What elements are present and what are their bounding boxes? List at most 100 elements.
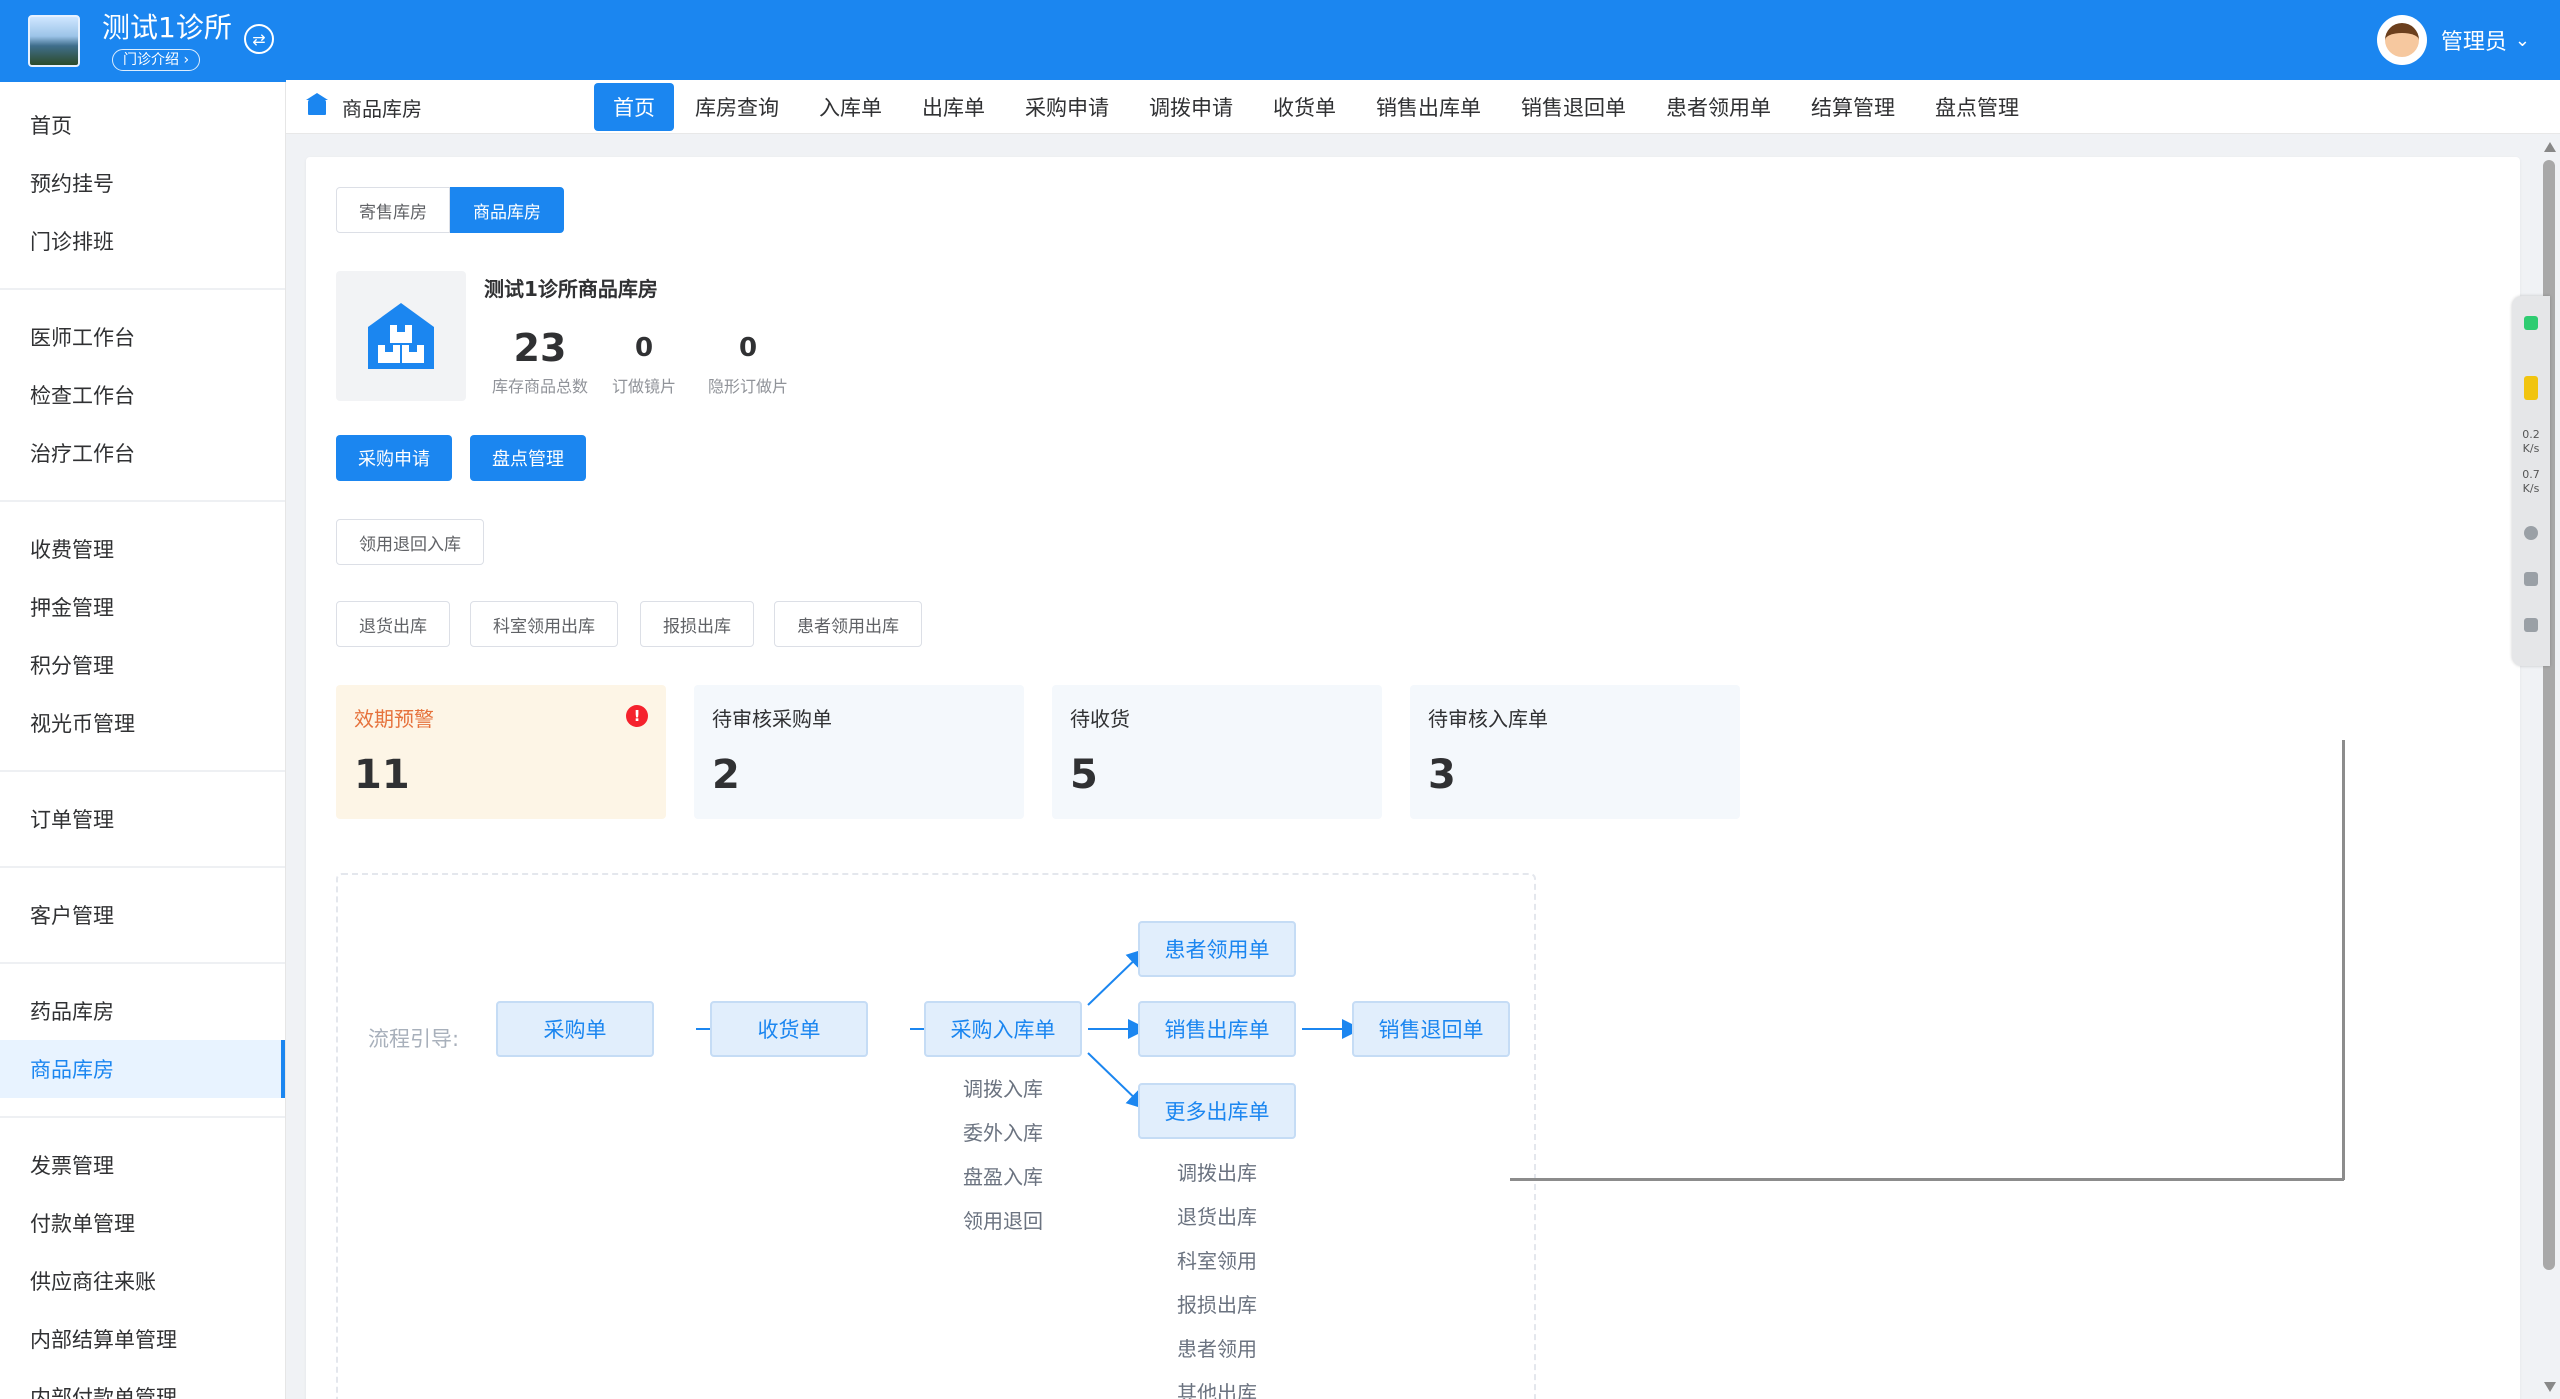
- user-menu[interactable]: 管理员 ⌄: [2376, 14, 2530, 66]
- flow-sub-surplus-in[interactable]: 盘盈入库: [923, 1161, 1083, 1190]
- tab-item[interactable]: 库房查询: [676, 83, 798, 131]
- patient-use-out-button[interactable]: 患者领用出库: [774, 601, 922, 647]
- sidebar-item[interactable]: 押金管理: [0, 578, 285, 636]
- flow-node-receive[interactable]: 收货单: [710, 1001, 868, 1057]
- kpi-pending-stock-in[interactable]: 待审核入库单 3: [1410, 685, 1740, 819]
- menu-divider: [0, 770, 285, 772]
- sidebar-item[interactable]: 客户管理: [0, 886, 285, 944]
- stat-total-goods: 23 库存商品总数: [484, 325, 596, 397]
- flow-sub-patient-use[interactable]: 患者领用: [1137, 1333, 1297, 1362]
- clinic-intro-link[interactable]: 门诊介绍 ›: [112, 49, 201, 71]
- battery-icon: [2524, 376, 2538, 400]
- menu-divider: [0, 1116, 285, 1118]
- tab-consignment-warehouse[interactable]: 寄售库房: [336, 187, 450, 233]
- net-rate-1: 0.2: [2522, 428, 2540, 441]
- kpi-pending-purchase[interactable]: 待审核采购单 2: [694, 685, 1024, 819]
- return-out-button[interactable]: 退货出库: [336, 601, 450, 647]
- refresh-icon[interactable]: [2524, 526, 2538, 540]
- kpi-value: 3: [1428, 752, 1456, 798]
- inventory-check-button[interactable]: 盘点管理: [470, 435, 586, 481]
- sidebar-item[interactable]: 收费管理: [0, 520, 285, 578]
- flow-node-more-out[interactable]: 更多出库单: [1138, 1083, 1296, 1139]
- sidebar-item[interactable]: 药品库房: [0, 982, 285, 1040]
- net-unit-2: K/s: [2522, 482, 2540, 495]
- tab-goods-warehouse[interactable]: 商品库房: [450, 187, 564, 233]
- flow-sub-loss-out[interactable]: 报损出库: [1137, 1289, 1297, 1318]
- flow-node-purchase[interactable]: 采购单: [496, 1001, 654, 1057]
- kpi-title: 待审核采购单: [712, 707, 832, 731]
- sidebar-item[interactable]: 付款单管理: [0, 1194, 285, 1252]
- flow-sub-other-out[interactable]: 其他出库: [1137, 1377, 1297, 1399]
- net-rate-2: 0.7: [2522, 468, 2540, 481]
- flow-node-patient-use[interactable]: 患者领用单: [1138, 921, 1296, 977]
- sidebar-item[interactable]: 发票管理: [0, 1136, 285, 1194]
- tab-item[interactable]: 收货单: [1254, 83, 1355, 131]
- flow-sub-return-in[interactable]: 领用退回: [923, 1205, 1083, 1234]
- clinic-title: 测试1诊所: [102, 11, 232, 44]
- tab-item[interactable]: 销售退回单: [1502, 83, 1645, 131]
- screenshot-icon[interactable]: [2524, 572, 2538, 586]
- flow-sub-transfer-out[interactable]: 调拨出库: [1137, 1157, 1297, 1186]
- kpi-value: 5: [1070, 752, 1098, 798]
- flow-sub-outsource-in[interactable]: 委外入库: [923, 1117, 1083, 1146]
- sidebar-item[interactable]: 门诊排班: [0, 212, 285, 270]
- breadcrumb: 商品库房: [306, 80, 422, 134]
- sidebar-item[interactable]: 内部结算单管理: [0, 1310, 285, 1368]
- sidebar-item[interactable]: 积分管理: [0, 636, 285, 694]
- sidebar-item[interactable]: 治疗工作台: [0, 424, 285, 482]
- flow-sub-transfer-in[interactable]: 调拨入库: [923, 1073, 1083, 1102]
- stat-custom-lens: 0 订做镜片: [608, 325, 680, 397]
- scroll-up-arrow-icon[interactable]: [2544, 142, 2556, 152]
- flow-label: 流程引导:: [368, 1027, 460, 1051]
- kpi-title: 待审核入库单: [1428, 707, 1548, 731]
- sidebar-item[interactable]: 检查工作台: [0, 366, 285, 424]
- net-unit-1: K/s: [2522, 442, 2540, 455]
- flow-node-sales-return[interactable]: 销售退回单: [1352, 1001, 1510, 1057]
- floating-tool-panel[interactable]: 0.2 K/s 0.7 K/s: [2512, 296, 2550, 666]
- kpi-pending-receipt[interactable]: 待收货 5: [1052, 685, 1382, 819]
- sidebar-item[interactable]: 商品库房: [0, 1040, 285, 1098]
- brand: 测试1诊所 门诊介绍 › ⇄: [0, 0, 286, 82]
- tab-item[interactable]: 患者领用单: [1647, 83, 1790, 131]
- stat-value: 0: [738, 333, 758, 363]
- scroll-down-arrow-icon[interactable]: [2544, 1382, 2556, 1392]
- flow-node-purchase-in[interactable]: 采购入库单: [924, 1001, 1082, 1057]
- warehouse-icon: [368, 303, 434, 369]
- switch-icon[interactable]: ⇄: [244, 24, 274, 54]
- tab-item[interactable]: 销售出库单: [1357, 83, 1500, 131]
- top-bar: 测试1诊所 门诊介绍 › ⇄ 管理员 ⌄: [0, 0, 2560, 82]
- flow-node-sales-out[interactable]: 销售出库单: [1138, 1001, 1296, 1057]
- tab-item[interactable]: 入库单: [800, 83, 901, 131]
- stat-label: 订做镜片: [611, 377, 676, 396]
- tab-item[interactable]: 结算管理: [1792, 83, 1914, 131]
- dept-use-out-button[interactable]: 科室领用出库: [470, 601, 618, 647]
- loss-out-button[interactable]: 报损出库: [640, 601, 754, 647]
- sidebar-item[interactable]: 预约挂号: [0, 154, 285, 212]
- module-tabs: 首页 库房查询 入库单 出库单 采购申请 调拨申请 收货单 销售出库单 销售退回单 患者领用单 结算…: [594, 80, 2040, 134]
- stat-label: 库存商品总数: [491, 377, 588, 396]
- search-icon[interactable]: [2524, 618, 2538, 632]
- sidebar-item[interactable]: 首页: [0, 96, 285, 154]
- sidebar-item[interactable]: 内部付款单管理: [0, 1368, 285, 1399]
- tab-item[interactable]: 采购申请: [1006, 83, 1128, 131]
- sidebar-item[interactable]: 医师工作台: [0, 308, 285, 366]
- stat-contact-lens: 0 隐形订做片: [698, 325, 798, 397]
- tab-item[interactable]: 盘点管理: [1916, 83, 2038, 131]
- flow-sub-return-out[interactable]: 退货出库: [1137, 1201, 1297, 1230]
- warehouse-icon-box: [336, 271, 466, 401]
- kpi-title: 待收货: [1070, 707, 1130, 731]
- chevron-down-icon: ⌄: [2514, 29, 2530, 51]
- kpi-expiry-warning[interactable]: 效期预警 ! 11: [336, 685, 666, 819]
- tab-item[interactable]: 调拨申请: [1130, 83, 1252, 131]
- sidebar-item[interactable]: 供应商往来账: [0, 1252, 285, 1310]
- clinic-logo: [28, 15, 80, 67]
- return-in-button[interactable]: 领用退回入库: [336, 519, 484, 565]
- warehouse-name: 测试1诊所商品库房: [484, 277, 658, 301]
- tab-item[interactable]: 首页: [594, 83, 674, 131]
- sidebar-item[interactable]: 视光币管理: [0, 694, 285, 752]
- sidebar-item[interactable]: 订单管理: [0, 790, 285, 848]
- purchase-request-button[interactable]: 采购申请: [336, 435, 452, 481]
- tab-item[interactable]: 出库单: [903, 83, 1004, 131]
- shield-check-icon[interactable]: [2524, 316, 2538, 330]
- flow-sub-dept-use[interactable]: 科室领用: [1137, 1245, 1297, 1274]
